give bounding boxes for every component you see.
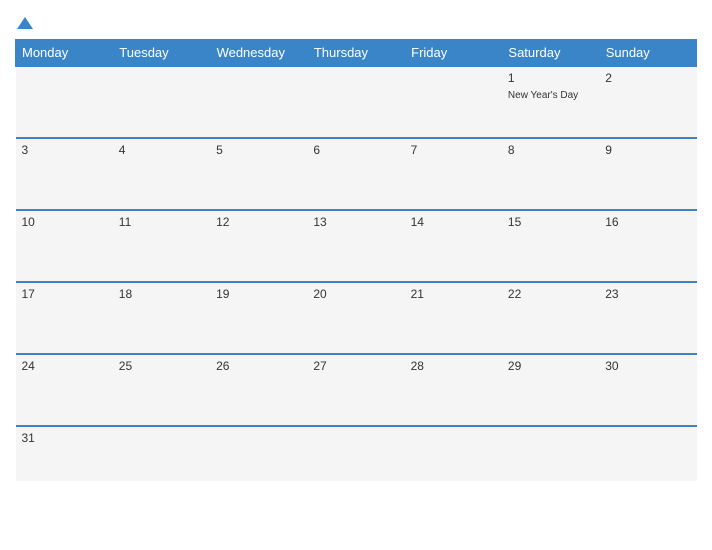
day-cell xyxy=(502,426,599,481)
calendar-table: MondayTuesdayWednesdayThursdayFridaySatu… xyxy=(15,39,697,481)
day-cell: 5 xyxy=(210,138,307,210)
day-number: 9 xyxy=(605,143,690,157)
day-cell xyxy=(307,426,404,481)
day-cell: 23 xyxy=(599,282,696,354)
day-cell: 10 xyxy=(16,210,113,282)
col-header-friday: Friday xyxy=(405,40,502,67)
day-cell: 17 xyxy=(16,282,113,354)
day-number: 12 xyxy=(216,215,301,229)
day-cell: 16 xyxy=(599,210,696,282)
day-cell xyxy=(113,426,210,481)
day-cell xyxy=(405,426,502,481)
day-cell: 25 xyxy=(113,354,210,426)
day-number: 31 xyxy=(22,431,107,445)
day-cell: 19 xyxy=(210,282,307,354)
column-headers-row: MondayTuesdayWednesdayThursdayFridaySatu… xyxy=(16,40,697,67)
day-cell: 11 xyxy=(113,210,210,282)
day-number: 25 xyxy=(119,359,204,373)
col-header-monday: Monday xyxy=(16,40,113,67)
day-cell: 9 xyxy=(599,138,696,210)
day-number: 8 xyxy=(508,143,593,157)
holiday-label: New Year's Day xyxy=(508,90,578,101)
day-cell: 20 xyxy=(307,282,404,354)
day-number: 5 xyxy=(216,143,301,157)
week-row-6: 31 xyxy=(16,426,697,481)
day-cell: 8 xyxy=(502,138,599,210)
col-header-thursday: Thursday xyxy=(307,40,404,67)
calendar-header xyxy=(15,10,697,31)
day-cell: 30 xyxy=(599,354,696,426)
day-cell: 4 xyxy=(113,138,210,210)
day-number: 30 xyxy=(605,359,690,373)
day-cell: 1 New Year's Day xyxy=(502,66,599,138)
day-cell: 18 xyxy=(113,282,210,354)
logo-triangle-icon xyxy=(17,15,33,31)
day-number: 10 xyxy=(22,215,107,229)
day-cell: 28 xyxy=(405,354,502,426)
col-header-wednesday: Wednesday xyxy=(210,40,307,67)
day-number: 20 xyxy=(313,287,398,301)
day-cell: 26 xyxy=(210,354,307,426)
day-number: 15 xyxy=(508,215,593,229)
day-number: 3 xyxy=(22,143,107,157)
day-number: 16 xyxy=(605,215,690,229)
day-cell: 13 xyxy=(307,210,404,282)
day-number: 6 xyxy=(313,143,398,157)
day-number: 13 xyxy=(313,215,398,229)
day-cell xyxy=(210,426,307,481)
day-cell xyxy=(113,66,210,138)
week-row-2: 3456789 xyxy=(16,138,697,210)
day-cell: 21 xyxy=(405,282,502,354)
day-number: 1 xyxy=(508,71,593,85)
day-cell: 7 xyxy=(405,138,502,210)
calendar-container: MondayTuesdayWednesdayThursdayFridaySatu… xyxy=(0,0,712,550)
day-number: 17 xyxy=(22,287,107,301)
day-cell: 6 xyxy=(307,138,404,210)
day-cell: 2 xyxy=(599,66,696,138)
day-cell xyxy=(16,66,113,138)
day-cell xyxy=(599,426,696,481)
day-cell: 15 xyxy=(502,210,599,282)
col-header-saturday: Saturday xyxy=(502,40,599,67)
week-row-3: 10 11 12 13 14 15 16 xyxy=(16,210,697,282)
week-row-4: 17 18 19 20 21 22 23 xyxy=(16,282,697,354)
day-cell: 3 xyxy=(16,138,113,210)
day-cell: 12 xyxy=(210,210,307,282)
week-row-1: 1 New Year's Day 2 xyxy=(16,66,697,138)
day-number: 29 xyxy=(508,359,593,373)
day-number: 24 xyxy=(22,359,107,373)
week-row-5: 24 25 26 27 28 29 30 xyxy=(16,354,697,426)
day-cell: 22 xyxy=(502,282,599,354)
day-number: 19 xyxy=(216,287,301,301)
day-number: 23 xyxy=(605,287,690,301)
day-number: 4 xyxy=(119,143,204,157)
day-cell xyxy=(307,66,404,138)
day-cell: 27 xyxy=(307,354,404,426)
day-number: 2 xyxy=(605,71,690,85)
col-header-tuesday: Tuesday xyxy=(113,40,210,67)
day-number: 21 xyxy=(411,287,496,301)
day-cell: 24 xyxy=(16,354,113,426)
day-number: 22 xyxy=(508,287,593,301)
col-header-sunday: Sunday xyxy=(599,40,696,67)
day-number: 14 xyxy=(411,215,496,229)
logo xyxy=(15,10,33,31)
day-cell: 31 xyxy=(16,426,113,481)
day-number: 26 xyxy=(216,359,301,373)
day-cell xyxy=(210,66,307,138)
day-cell xyxy=(405,66,502,138)
day-number: 27 xyxy=(313,359,398,373)
day-cell: 29 xyxy=(502,354,599,426)
day-number: 18 xyxy=(119,287,204,301)
day-number: 7 xyxy=(411,143,496,157)
day-cell: 14 xyxy=(405,210,502,282)
day-number: 28 xyxy=(411,359,496,373)
day-number: 11 xyxy=(119,215,204,229)
